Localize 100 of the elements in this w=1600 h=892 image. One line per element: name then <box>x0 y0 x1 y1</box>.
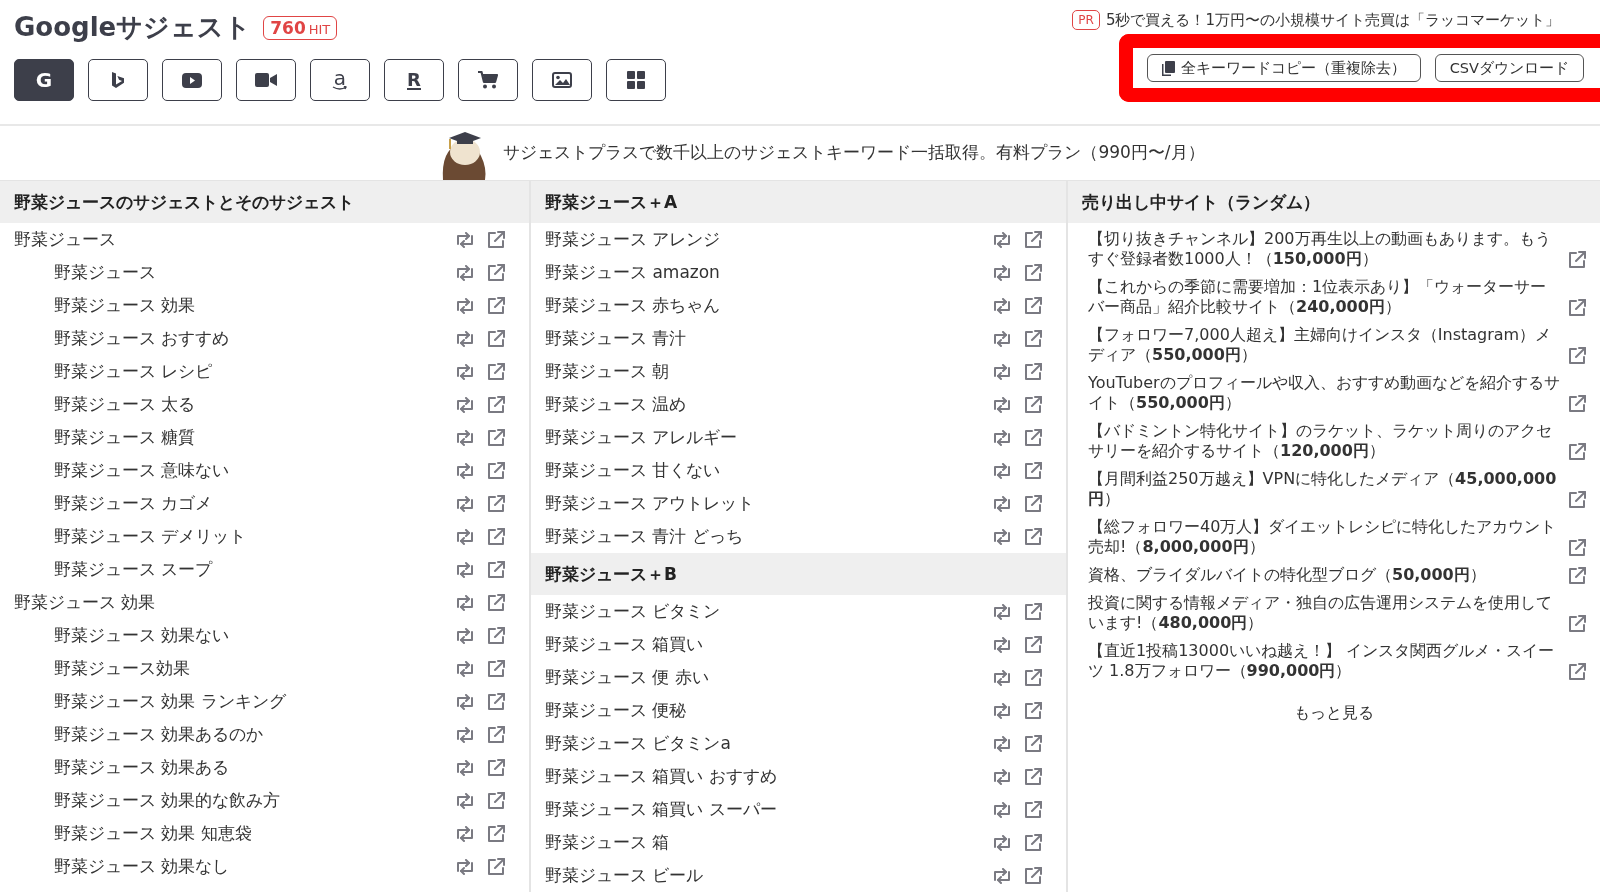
repeat-icon[interactable] <box>455 759 475 776</box>
repeat-icon[interactable] <box>992 396 1012 413</box>
repeat-icon[interactable] <box>992 528 1012 545</box>
repeat-icon[interactable] <box>992 867 1012 884</box>
external-link-icon[interactable] <box>1568 491 1586 509</box>
external-link-icon[interactable] <box>487 494 505 513</box>
repeat-icon[interactable] <box>992 231 1012 248</box>
keyword-link[interactable]: 野菜ジュース レシピ <box>54 360 455 383</box>
external-link-icon[interactable] <box>1568 567 1586 585</box>
keyword-link[interactable]: 野菜ジュース カゴメ <box>54 492 455 515</box>
external-link-icon[interactable] <box>487 461 505 480</box>
external-link-icon[interactable] <box>1024 428 1042 447</box>
keyword-link[interactable]: 野菜ジュース 効果なし <box>54 855 455 878</box>
external-link-icon[interactable] <box>487 758 505 777</box>
external-link-icon[interactable] <box>487 395 505 414</box>
external-link-icon[interactable] <box>487 428 505 447</box>
repeat-icon[interactable] <box>455 561 475 578</box>
site-listing-link[interactable]: 【バドミントン特化サイト】のラケット、ラケット周りのアクセサリーを紹介するサイト（120,000円） <box>1088 421 1562 461</box>
keyword-link[interactable]: 野菜ジュース 箱買い <box>545 633 992 656</box>
repeat-icon[interactable] <box>455 528 475 545</box>
external-link-icon[interactable] <box>1568 395 1586 413</box>
external-link-icon[interactable] <box>487 362 505 381</box>
engine-tab[interactable]: G <box>14 59 74 101</box>
external-link-icon[interactable] <box>1568 615 1586 633</box>
external-link-icon[interactable] <box>1024 767 1042 786</box>
keyword-link[interactable]: 野菜ジュース <box>54 261 455 284</box>
keyword-link[interactable]: 野菜ジュース 効果 <box>14 591 455 614</box>
external-link-icon[interactable] <box>1024 527 1042 546</box>
repeat-icon[interactable] <box>455 363 475 380</box>
external-link-icon[interactable] <box>1024 494 1042 513</box>
external-link-icon[interactable] <box>1024 668 1042 687</box>
repeat-icon[interactable] <box>455 627 475 644</box>
external-link-icon[interactable] <box>487 791 505 810</box>
repeat-icon[interactable] <box>455 264 475 281</box>
external-link-icon[interactable] <box>1568 347 1586 365</box>
keyword-link[interactable]: 野菜ジュース ビール <box>545 864 992 887</box>
repeat-icon[interactable] <box>455 594 475 611</box>
keyword-link[interactable]: 野菜ジュース 効果あるのか <box>54 723 455 746</box>
keyword-link[interactable]: 野菜ジュース スープ <box>54 558 455 581</box>
keyword-link[interactable]: 野菜ジュース 箱 <box>545 831 992 854</box>
external-link-icon[interactable] <box>487 857 505 876</box>
keyword-link[interactable]: 野菜ジュース アレルギー <box>545 426 992 449</box>
keyword-link[interactable]: 野菜ジュース 箱買い おすすめ <box>545 765 992 788</box>
engine-tab[interactable] <box>606 59 666 101</box>
external-link-icon[interactable] <box>487 692 505 711</box>
site-listing-link[interactable]: 投資に関する情報メディア・独自の広告運用システムを使用しています!（480,000円） <box>1088 593 1562 633</box>
engine-tab[interactable]: a <box>310 59 370 101</box>
external-link-icon[interactable] <box>1024 263 1042 282</box>
repeat-icon[interactable] <box>992 462 1012 479</box>
external-link-icon[interactable] <box>1568 299 1586 317</box>
external-link-icon[interactable] <box>487 329 505 348</box>
site-listing-link[interactable]: 【月間利益250万越え】VPNに特化したメディア（45,000,000円） <box>1088 469 1562 509</box>
engine-tab[interactable]: R <box>384 59 444 101</box>
keyword-link[interactable]: 野菜ジュース 便 赤い <box>545 666 992 689</box>
engine-tab[interactable] <box>532 59 592 101</box>
keyword-link[interactable]: 野菜ジュース 糖質 <box>54 426 455 449</box>
keyword-link[interactable]: 野菜ジュース 効果ない <box>54 624 455 647</box>
external-link-icon[interactable] <box>487 626 505 645</box>
external-link-icon[interactable] <box>487 659 505 678</box>
keyword-link[interactable]: 野菜ジュース おすすめ <box>54 327 455 350</box>
keyword-link[interactable]: 野菜ジュース 赤ちゃん <box>545 294 992 317</box>
external-link-icon[interactable] <box>1024 362 1042 381</box>
engine-tab[interactable] <box>236 59 296 101</box>
site-listing-link[interactable]: 【これからの季節に需要増加：1位表示あり】「ウォーターサーバー商品」紹介比較サイト（240,000円） <box>1088 277 1562 317</box>
repeat-icon[interactable] <box>455 231 475 248</box>
engine-tab[interactable] <box>458 59 518 101</box>
ad-link[interactable]: 5秒で買える！1万円〜の小規模サイト売買は「ラッコマーケット」 <box>1105 10 1560 30</box>
show-more-link[interactable]: もっと見る <box>1294 703 1374 724</box>
repeat-icon[interactable] <box>992 768 1012 785</box>
repeat-icon[interactable] <box>992 801 1012 818</box>
repeat-icon[interactable] <box>455 462 475 479</box>
keyword-link[interactable]: 野菜ジュース 箱買い スーパー <box>545 798 992 821</box>
repeat-icon[interactable] <box>992 735 1012 752</box>
keyword-link[interactable]: 野菜ジュース アレンジ <box>545 228 992 251</box>
site-listing-link[interactable]: YouTuberのプロフィールや収入、おすすめ動画などを紹介するサイト（550,000円） <box>1088 373 1562 413</box>
keyword-link[interactable]: 野菜ジュース 青汁 <box>545 327 992 350</box>
external-link-icon[interactable] <box>1024 866 1042 885</box>
keyword-link[interactable]: 野菜ジュース効果 <box>54 657 455 680</box>
external-link-icon[interactable] <box>487 560 505 579</box>
keyword-link[interactable]: 野菜ジュース アウトレット <box>545 492 992 515</box>
repeat-icon[interactable] <box>455 858 475 875</box>
site-listing-link[interactable]: 【切り抜きチャンネル】200万再生以上の動画もあります。もうすぐ登録者数1000人！（150,000円） <box>1088 229 1562 269</box>
repeat-icon[interactable] <box>455 495 475 512</box>
copy-keywords-button[interactable]: 全キーワードコピー（重複除去） <box>1146 54 1421 82</box>
repeat-icon[interactable] <box>992 834 1012 851</box>
keyword-link[interactable]: 野菜ジュース amazon <box>545 261 992 284</box>
repeat-icon[interactable] <box>992 495 1012 512</box>
keyword-link[interactable]: 野菜ジュース 意味ない <box>54 459 455 482</box>
external-link-icon[interactable] <box>1024 734 1042 753</box>
repeat-icon[interactable] <box>455 825 475 842</box>
external-link-icon[interactable] <box>487 296 505 315</box>
external-link-icon[interactable] <box>487 725 505 744</box>
external-link-icon[interactable] <box>1024 296 1042 315</box>
repeat-icon[interactable] <box>992 330 1012 347</box>
keyword-link[interactable]: 野菜ジュース 甘くない <box>545 459 992 482</box>
external-link-icon[interactable] <box>1024 701 1042 720</box>
external-link-icon[interactable] <box>1024 602 1042 621</box>
external-link-icon[interactable] <box>1024 395 1042 414</box>
keyword-link[interactable]: 野菜ジュース 朝 <box>545 360 992 383</box>
repeat-icon[interactable] <box>455 330 475 347</box>
